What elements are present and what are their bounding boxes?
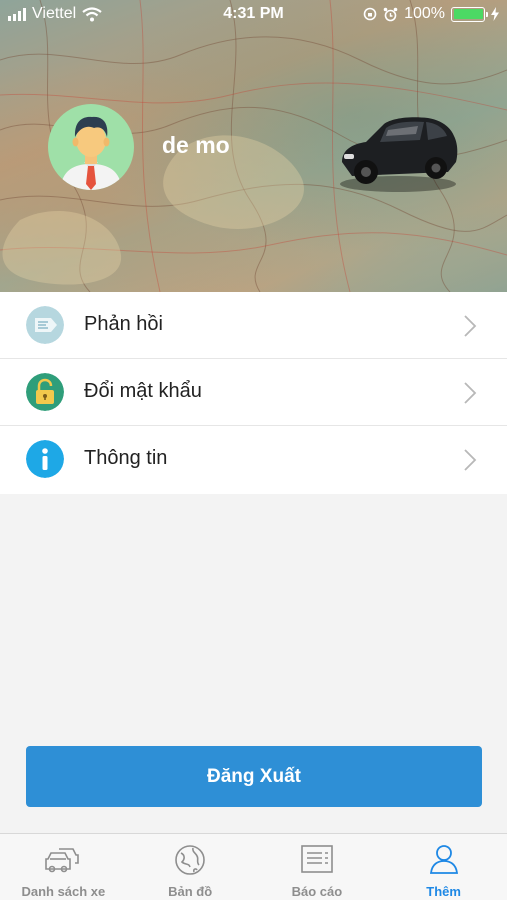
tab-label: Danh sách xe — [21, 884, 106, 899]
info-icon — [26, 440, 64, 478]
menu-item-label: Phản hồi — [84, 313, 163, 335]
chevron-right-icon — [464, 449, 477, 471]
globe-icon — [175, 845, 205, 875]
report-icon — [301, 845, 333, 873]
chevron-right-icon — [464, 382, 477, 404]
logout-button[interactable]: Đăng Xuất — [26, 746, 482, 807]
status-bar: Viettel 4:31 PM 100% — [0, 0, 507, 30]
chevron-right-icon — [464, 315, 477, 337]
menu-item-label: Thông tin — [84, 447, 168, 469]
battery-icon — [451, 6, 488, 22]
tab-map[interactable]: Bản đồ — [127, 834, 254, 900]
tab-more[interactable]: Thêm — [380, 834, 507, 900]
menu-item-info[interactable]: Thông tin — [0, 426, 507, 494]
battery-percent: 100% — [404, 5, 445, 22]
cars-icon — [45, 848, 80, 873]
person-icon — [429, 845, 458, 874]
tab-label: Thêm — [426, 884, 461, 899]
tab-label: Bản đồ — [168, 884, 213, 899]
user-avatar-icon — [60, 116, 122, 190]
alarm-icon — [383, 7, 398, 21]
settings-menu: Phản hồi Đổi mật khẩu Thông tin — [0, 292, 507, 494]
profile-header: Viettel 4:31 PM 100% de mo — [0, 0, 507, 292]
menu-item-label: Đổi mật khẩu — [84, 380, 202, 402]
lock-rotation-icon — [363, 7, 377, 21]
menu-item-change-password[interactable]: Đổi mật khẩu — [0, 359, 507, 426]
username: de mo — [162, 132, 230, 158]
tab-bar: Danh sách xe Bản đồ Báo cáo Thêm — [0, 833, 507, 900]
avatar[interactable] — [48, 104, 134, 190]
tab-vehicle-list[interactable]: Danh sách xe — [0, 834, 127, 900]
tab-label: Báo cáo — [291, 884, 343, 899]
tab-report[interactable]: Báo cáo — [254, 834, 381, 900]
car-image — [340, 117, 458, 192]
feedback-icon — [26, 306, 64, 344]
lock-icon — [26, 373, 64, 411]
charging-icon — [491, 7, 499, 21]
menu-item-feedback[interactable]: Phản hồi — [0, 292, 507, 359]
